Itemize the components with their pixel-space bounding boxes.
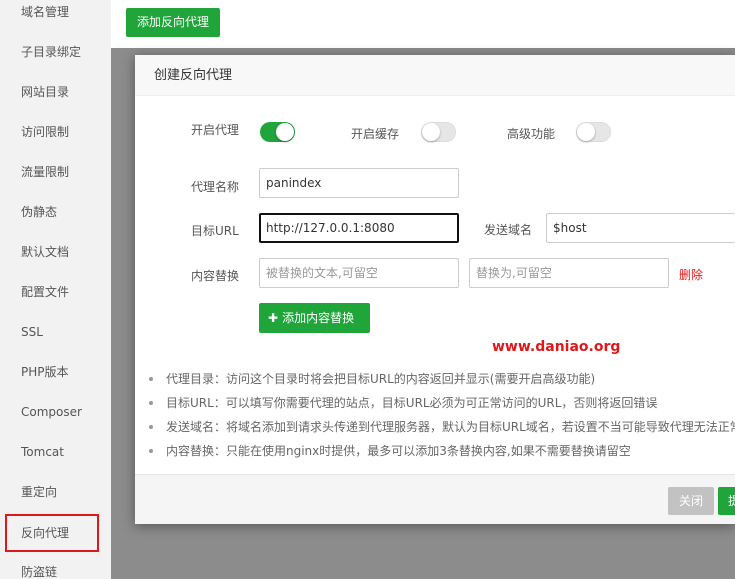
replace-to-input[interactable]: 替换为,可留空 [469,258,669,288]
note-item: 发送域名：将域名添加到请求头传递到代理服务器，默认为目标URL域名，若设置不当可… [147,415,735,439]
advanced-toggle[interactable] [576,122,611,142]
enable-cache-label: 开启缓存 [351,127,400,141]
close-button[interactable]: 关闭 [668,487,714,515]
sidebar: 域名管理 子目录绑定 网站目录 访问限制 流量限制 伪静态 默认文档 配置文件 … [0,0,111,579]
sidebar-item-ssl[interactable]: SSL [0,312,111,352]
sidebar-item-hotlink[interactable]: 防盗链 [0,552,111,579]
toggle-knob [276,123,294,141]
send-domain-label: 发送域名 [484,223,533,237]
sidebar-item-config-file[interactable]: 配置文件 [0,272,111,312]
sidebar-item-site-dir[interactable]: 网站目录 [0,72,111,112]
enable-cache-toggle[interactable] [421,122,456,142]
add-content-label: 添加内容替换 [282,311,355,325]
sidebar-item-redirect[interactable]: 重定向 [0,472,111,512]
sidebar-item-rewrite[interactable]: 伪静态 [0,192,111,232]
create-proxy-dialog: 创建反向代理 开启代理 开启缓存 高级功能 代理名称 panindex 目标UR… [135,55,735,524]
dialog-title: 创建反向代理 [135,55,735,96]
sidebar-item-access-limit[interactable]: 访问限制 [0,112,111,152]
content-replace-label: 内容替换 [191,269,240,283]
sidebar-item-domain[interactable]: 域名管理 [0,0,111,32]
target-url-input[interactable]: http://127.0.0.1:8080 [259,213,459,243]
enable-proxy-toggle[interactable] [260,122,295,142]
toggle-knob [422,123,440,141]
add-content-replace-button[interactable]: ✚ 添加内容替换 [259,303,370,333]
target-url-label: 目标URL [191,224,239,238]
proxy-name-label: 代理名称 [191,180,240,194]
plus-icon: ✚ [268,311,279,325]
watermark: www.daniao.org [492,339,621,355]
note-item: 代理目录：访问这个目录时将会把目标URL的内容返回并显示(需要开启高级功能) [147,367,735,391]
replace-from-input[interactable]: 被替换的文本,可留空 [259,258,459,288]
enable-proxy-label: 开启代理 [191,123,240,137]
toggle-knob [577,123,595,141]
sidebar-item-composer[interactable]: Composer [0,392,111,432]
sidebar-item-tomcat[interactable]: Tomcat [0,432,111,472]
sidebar-item-php-version[interactable]: PHP版本 [0,352,111,392]
note-item: 目标URL：可以填写你需要代理的站点，目标URL必须为可正常访问的URL，否则将… [147,391,735,415]
add-reverse-proxy-button[interactable]: 添加反向代理 [126,8,220,37]
note-item: 内容替换：只能在使用nginx时提供，最多可以添加3条替换内容,如果不需要替换请… [147,439,735,463]
sidebar-item-reverse-proxy[interactable]: 反向代理 [5,514,99,552]
sidebar-item-default-doc[interactable]: 默认文档 [0,232,111,272]
send-domain-input[interactable]: $host [546,213,735,243]
dialog-footer: 关闭 提 [135,474,735,524]
help-notes: 代理目录：访问这个目录时将会把目标URL的内容返回并显示(需要开启高级功能) 目… [147,367,735,463]
advanced-label: 高级功能 [507,127,556,141]
submit-button[interactable]: 提 [718,487,735,515]
sidebar-item-traffic-limit[interactable]: 流量限制 [0,152,111,192]
proxy-name-input[interactable]: panindex [259,168,459,198]
delete-replace-link[interactable]: 删除 [679,266,703,283]
sidebar-item-subdir[interactable]: 子目录绑定 [0,32,111,72]
